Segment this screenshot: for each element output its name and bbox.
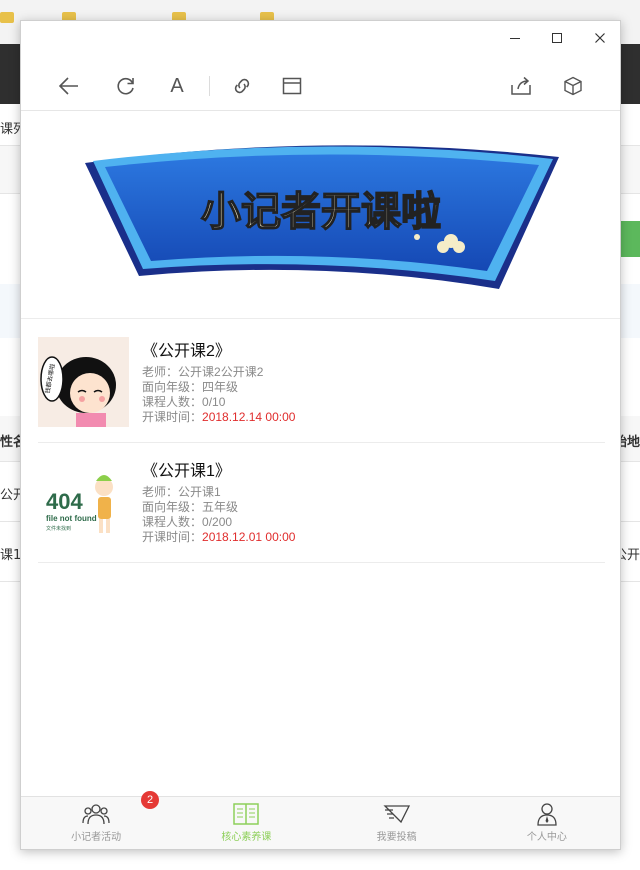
not-found-code: 404 bbox=[46, 489, 83, 514]
share-button[interactable] bbox=[508, 73, 534, 99]
devtools-button[interactable] bbox=[560, 73, 586, 99]
toolbar: A bbox=[21, 59, 620, 111]
course-title: 《公开课1》 bbox=[142, 463, 231, 480]
tab-label: 核心素养课 bbox=[221, 832, 272, 843]
course-info: 《公开课2》 老师：公开课2公开课2 面向年级：四年级 课程人数：0/10 开课… bbox=[142, 341, 295, 425]
maximize-icon bbox=[552, 33, 562, 43]
grade-value: 五年级 bbox=[202, 500, 239, 514]
copy-link-button[interactable] bbox=[229, 73, 255, 99]
banner-text: 小记者开课啦 bbox=[201, 189, 441, 235]
banner-image: 小记者开课啦 bbox=[85, 145, 559, 289]
link-icon bbox=[234, 78, 250, 94]
maximize-button[interactable] bbox=[535, 21, 579, 55]
app-window: A 小记者开课啦 钱都去哪啦 《公开课2》 老师：公开课2公开课2 面向年级：四… bbox=[20, 20, 621, 850]
banner: 小记者开课啦 bbox=[21, 111, 620, 319]
time-label: 开课时间： bbox=[142, 530, 203, 544]
tab-label: 小记者活动 bbox=[71, 832, 122, 843]
refresh-button[interactable] bbox=[113, 73, 139, 99]
close-button[interactable] bbox=[578, 21, 620, 55]
course-info: 《公开课1》 老师：公开课1 面向年级：五年级 课程人数：0/200 开课时间：… bbox=[142, 461, 295, 545]
count-label: 课程人数： bbox=[142, 515, 203, 529]
tab-label: 我要投稿 bbox=[376, 832, 417, 843]
submit-icon bbox=[383, 805, 410, 824]
teacher-value: 公开课1 bbox=[178, 485, 221, 499]
user-icon bbox=[537, 803, 557, 826]
page-content: 小记者开课啦 钱都去哪啦 《公开课2》 老师：公开课2公开课2 面向年级：四年级… bbox=[21, 111, 620, 798]
grade-label: 面向年级： bbox=[142, 380, 203, 394]
course-card[interactable]: 404 file not found 文件未找到 《公开课1》 老师：公开课1 … bbox=[38, 443, 605, 563]
notification-badge: 2 bbox=[141, 791, 159, 809]
tab-submit-article[interactable]: 我要投稿 bbox=[322, 797, 472, 849]
tab-core-literacy-courses[interactable]: 核心素养课 bbox=[171, 797, 321, 849]
minimize-button[interactable] bbox=[493, 21, 537, 55]
course-teacher: 老师：公开课2公开课2 bbox=[142, 365, 295, 380]
background-cell: 课1 bbox=[0, 548, 22, 563]
course-thumbnail: 404 file not found 文件未找到 bbox=[38, 457, 129, 547]
cube-icon bbox=[564, 76, 582, 96]
open-window-button[interactable] bbox=[279, 73, 305, 99]
course-list: 钱都去哪啦 《公开课2》 老师：公开课2公开课2 面向年级：四年级 课程人数：0… bbox=[21, 323, 620, 563]
people-icon bbox=[82, 804, 110, 825]
minimize-icon bbox=[510, 38, 520, 39]
course-grade: 面向年级：五年级 bbox=[142, 500, 295, 515]
grade-value: 四年级 bbox=[202, 380, 239, 394]
course-count: 课程人数：0/10 bbox=[142, 395, 295, 410]
time-label: 开课时间： bbox=[142, 410, 203, 424]
tab-personal-center[interactable]: 个人中心 bbox=[472, 797, 620, 849]
not-found-subtext: 文件未找到 bbox=[46, 525, 71, 532]
tab-reporter-activities[interactable]: 小记者活动 2 bbox=[21, 791, 171, 849]
teacher-value: 公开课2公开课2 bbox=[178, 365, 264, 379]
arrow-left-icon bbox=[58, 77, 78, 95]
background-green-button bbox=[618, 221, 640, 257]
time-value: 2018.12.01 00:00 bbox=[202, 530, 296, 544]
not-found-image: 404 file not found 文件未找到 bbox=[38, 457, 129, 547]
grade-label: 面向年级： bbox=[142, 500, 203, 514]
count-value: 0/200 bbox=[202, 515, 233, 529]
course-teacher: 老师：公开课1 bbox=[142, 485, 295, 500]
course-count: 课程人数：0/200 bbox=[142, 515, 295, 530]
time-value: 2018.12.14 00:00 bbox=[202, 410, 296, 424]
teacher-label: 老师： bbox=[142, 485, 179, 499]
folder-icon bbox=[0, 12, 14, 23]
toolbar-divider bbox=[209, 76, 210, 96]
course-time: 开课时间：2018.12.14 00:00 bbox=[142, 410, 295, 425]
count-label: 课程人数： bbox=[142, 395, 203, 409]
refresh-icon bbox=[117, 77, 134, 95]
not-found-text: file not found bbox=[46, 514, 97, 523]
course-time: 开课时间：2018.12.01 00:00 bbox=[142, 530, 295, 545]
count-value: 0/10 bbox=[202, 395, 226, 409]
bottom-tab-bar: 小记者活动 2 核心素养课 我要投稿 个人中心 bbox=[21, 791, 620, 849]
teacher-label: 老师： bbox=[142, 365, 179, 379]
window-icon bbox=[282, 77, 302, 95]
course-grade: 面向年级：四年级 bbox=[142, 380, 295, 395]
title-bar bbox=[21, 21, 620, 59]
book-icon bbox=[233, 803, 260, 825]
course-card[interactable]: 钱都去哪啦 《公开课2》 老师：公开课2公开课2 面向年级：四年级 课程人数：0… bbox=[38, 323, 605, 443]
course-thumbnail: 钱都去哪啦 bbox=[38, 337, 129, 427]
close-icon bbox=[595, 33, 605, 43]
course-title: 《公开课2》 bbox=[142, 343, 231, 360]
cartoon-girl-image: 钱都去哪啦 bbox=[38, 337, 129, 427]
back-button[interactable] bbox=[56, 73, 82, 99]
share-icon bbox=[511, 76, 531, 95]
tab-label: 个人中心 bbox=[526, 832, 567, 843]
font-size-button[interactable]: A bbox=[164, 73, 190, 99]
